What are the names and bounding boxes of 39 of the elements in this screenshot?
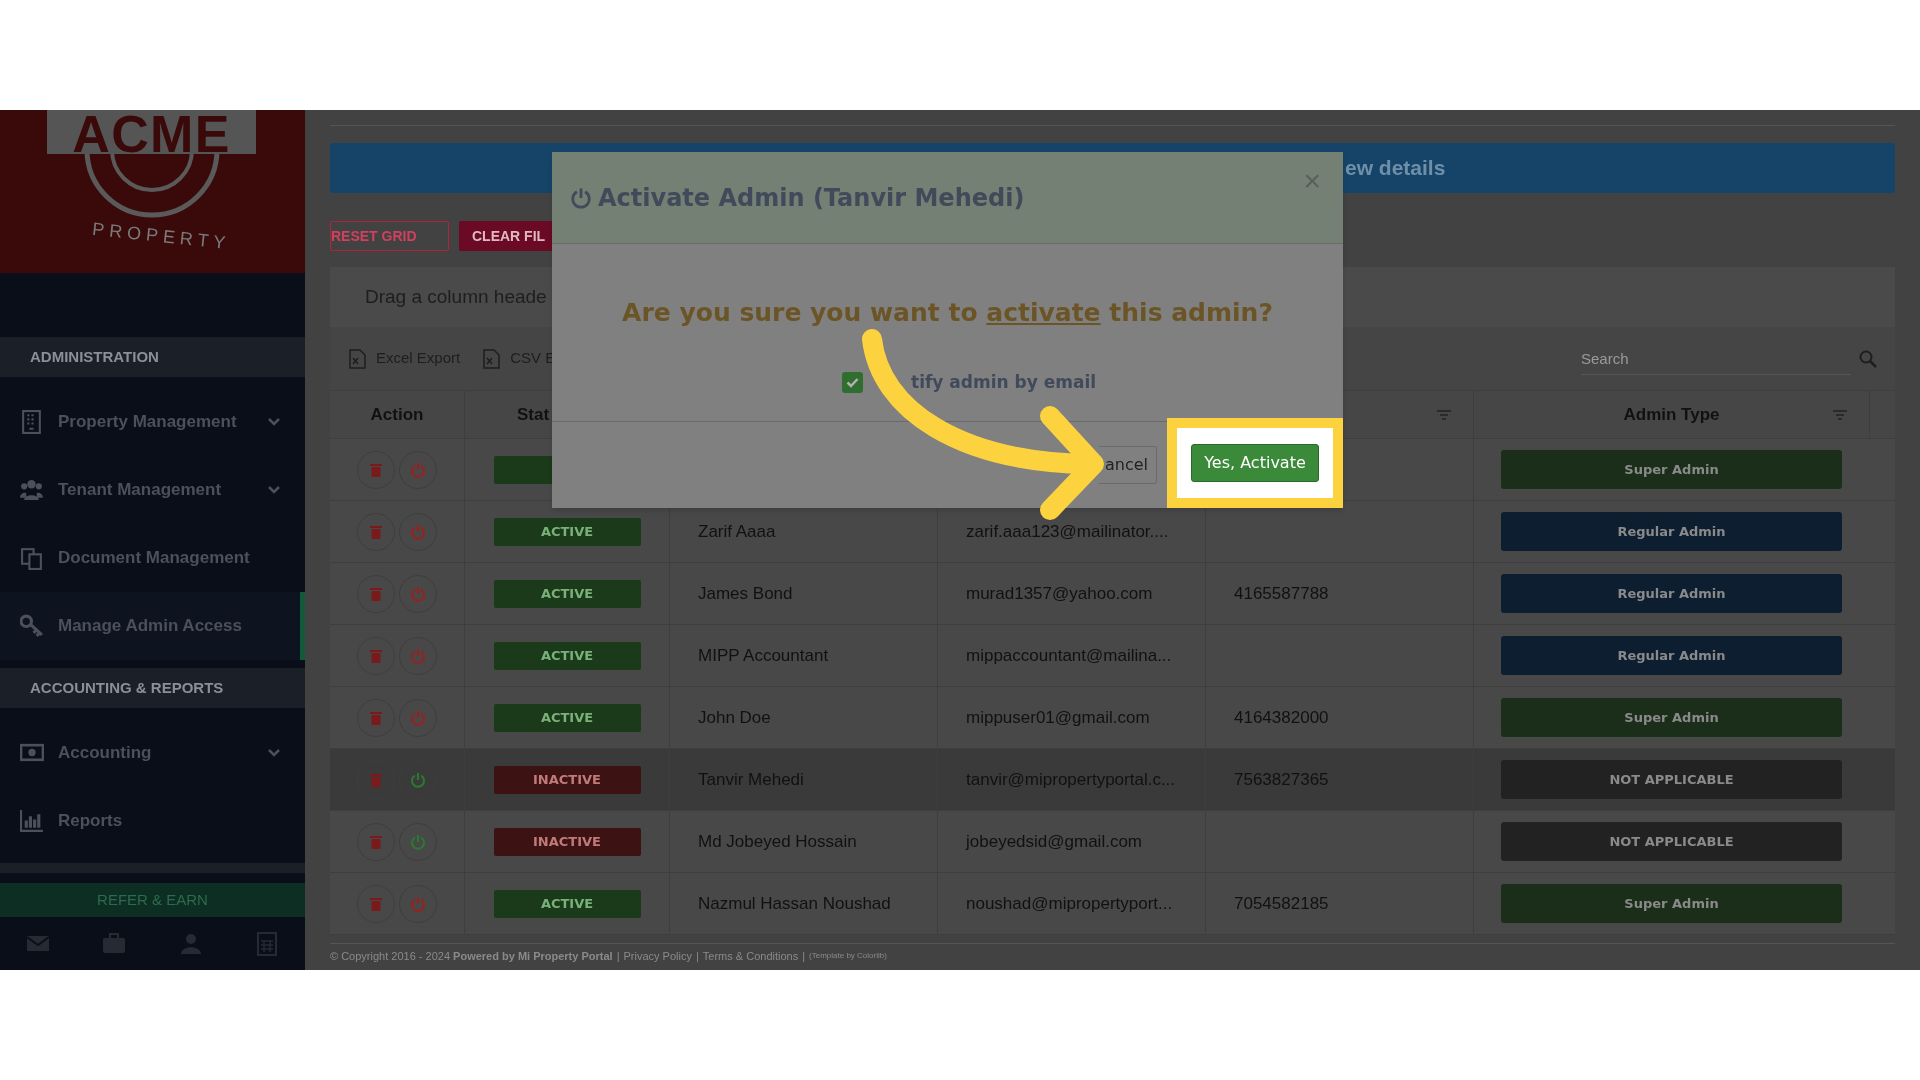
admin-type-badge: Regular Admin — [1501, 512, 1842, 551]
status-badge: ACTIVE — [493, 703, 641, 732]
status-badge: INACTIVE — [493, 827, 641, 856]
logo-tagline: PROPERTY — [90, 217, 232, 256]
copyright-text: © Copyright 2016 - 2024 Powered by Mi Property Portal — [330, 948, 613, 964]
table-cell-text: 4165587788 — [1234, 582, 1329, 605]
logo-wordmark: ACME — [72, 110, 231, 160]
table-cell-text: mippaccountant@mailina... — [966, 644, 1172, 667]
table-cell-text: James Bond — [698, 582, 793, 605]
status-badge: ACTIVE — [493, 641, 641, 670]
table-cell-text: 7054582185 — [1234, 892, 1329, 915]
separator-text: | — [695, 948, 699, 964]
notify-label: tify admin by email — [911, 370, 1097, 394]
separator-text: | — [802, 948, 806, 964]
section-heading: ADMINISTRATION — [0, 337, 305, 377]
table-cell-text: murad1357@yahoo.com — [966, 582, 1153, 605]
banner-text: ew details — [1345, 155, 1446, 182]
admin-type-badge: Regular Admin — [1501, 636, 1842, 675]
table-cell-text: noushad@mipropertyport... — [966, 892, 1173, 915]
status-badge: ACTIVE — [493, 517, 641, 546]
table-cell-text: 4164382000 — [1234, 706, 1329, 729]
admin-type-badge: Super Admin — [1501, 450, 1842, 489]
section-heading: ACCOUNTING & REPORTS — [0, 668, 305, 708]
admin-type-badge: Regular Admin — [1501, 574, 1842, 613]
status-badge: ACTIVE — [493, 889, 641, 918]
status-badge: ACTIVE — [493, 579, 641, 608]
table-cell-text: Zarif Aaaa — [698, 520, 776, 543]
table-cell-text: Nazmul Hassan Noushad — [698, 892, 891, 915]
admin-type-badge: NOT APPLICABLE — [1501, 822, 1842, 861]
table-cell-text: mippuser01@gmail.com — [966, 706, 1150, 729]
confirm-question: Are you sure you want to activate this admin? — [621, 297, 1274, 329]
table-cell-text: jobeyedsid@gmail.com — [966, 830, 1142, 853]
table-cell-text: zarif.aaa123@mailinator.... — [966, 520, 1169, 543]
admin-type-badge: Super Admin — [1501, 884, 1842, 923]
admin-type-badge: Super Admin — [1501, 698, 1842, 737]
separator-text: | — [616, 948, 620, 964]
status-badge: INACTIVE — [493, 765, 641, 794]
admin-type-badge: NOT APPLICABLE — [1501, 760, 1842, 799]
template-credit: (Template by Colorlib) — [809, 950, 887, 962]
